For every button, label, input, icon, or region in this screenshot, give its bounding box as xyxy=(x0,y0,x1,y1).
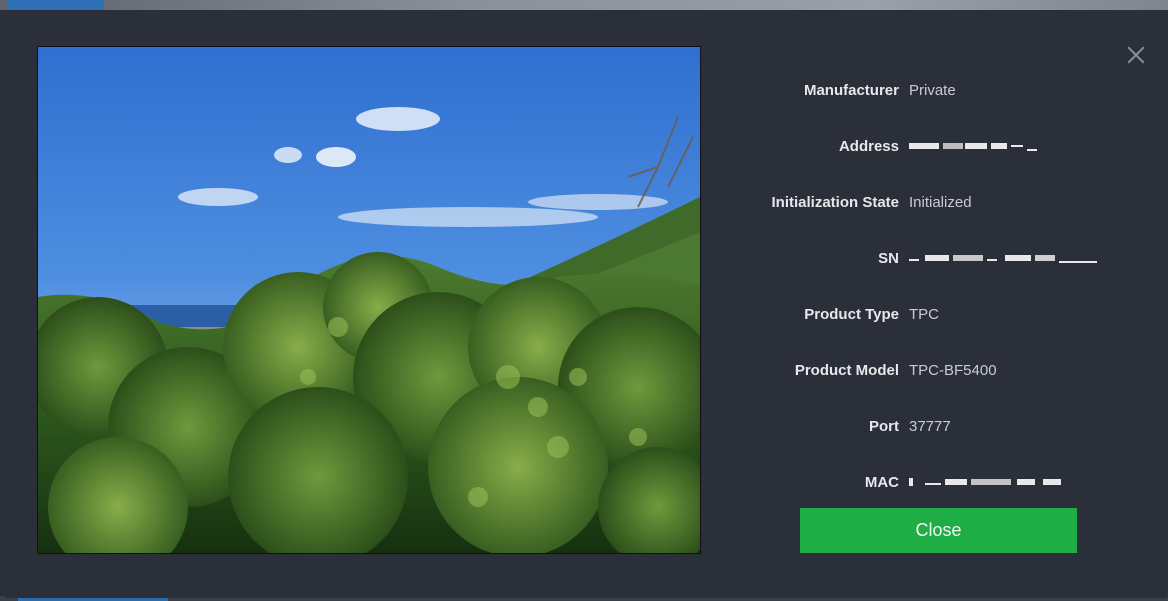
device-info-dialog: Manufacturer Private Address Initializat… xyxy=(5,10,1167,598)
device-info-list: Manufacturer Private Address Initializat… xyxy=(705,62,1145,510)
redacted-value xyxy=(909,138,1039,154)
field-value: TPC-BF5400 xyxy=(909,361,997,379)
close-button[interactable]: Close xyxy=(800,508,1077,553)
field-value: 37777 xyxy=(909,417,951,435)
background-app-strip xyxy=(0,0,1168,10)
field-value: Initialized xyxy=(909,193,972,211)
field-label: Product Model xyxy=(794,361,899,379)
field-row-initialization-state: Initialization State Initialized xyxy=(705,174,1145,230)
field-row-port: Port 37777 xyxy=(705,398,1145,454)
redacted-value xyxy=(909,250,1099,266)
background-tab xyxy=(8,0,104,10)
field-label: SN xyxy=(878,249,899,267)
snapshot-landscape-picture xyxy=(38,47,700,553)
field-label: MAC xyxy=(864,473,899,491)
redacted-value xyxy=(909,474,1069,490)
field-row-manufacturer: Manufacturer Private xyxy=(705,62,1145,118)
device-snapshot-image xyxy=(37,46,701,554)
field-row-mac: MAC xyxy=(705,454,1145,510)
field-row-product-model: Product Model TPC-BF5400 xyxy=(705,342,1145,398)
field-label: Address xyxy=(838,137,899,155)
field-row-product-type: Product Type TPC xyxy=(705,286,1145,342)
field-label: Port xyxy=(869,417,899,435)
field-label: Initialization State xyxy=(771,193,899,211)
field-row-address: Address xyxy=(705,118,1145,174)
field-value: Private xyxy=(909,81,956,99)
field-value: TPC xyxy=(909,305,939,323)
field-label: Manufacturer xyxy=(803,81,899,99)
field-label: Product Type xyxy=(804,305,899,323)
field-row-sn: SN xyxy=(705,230,1145,286)
